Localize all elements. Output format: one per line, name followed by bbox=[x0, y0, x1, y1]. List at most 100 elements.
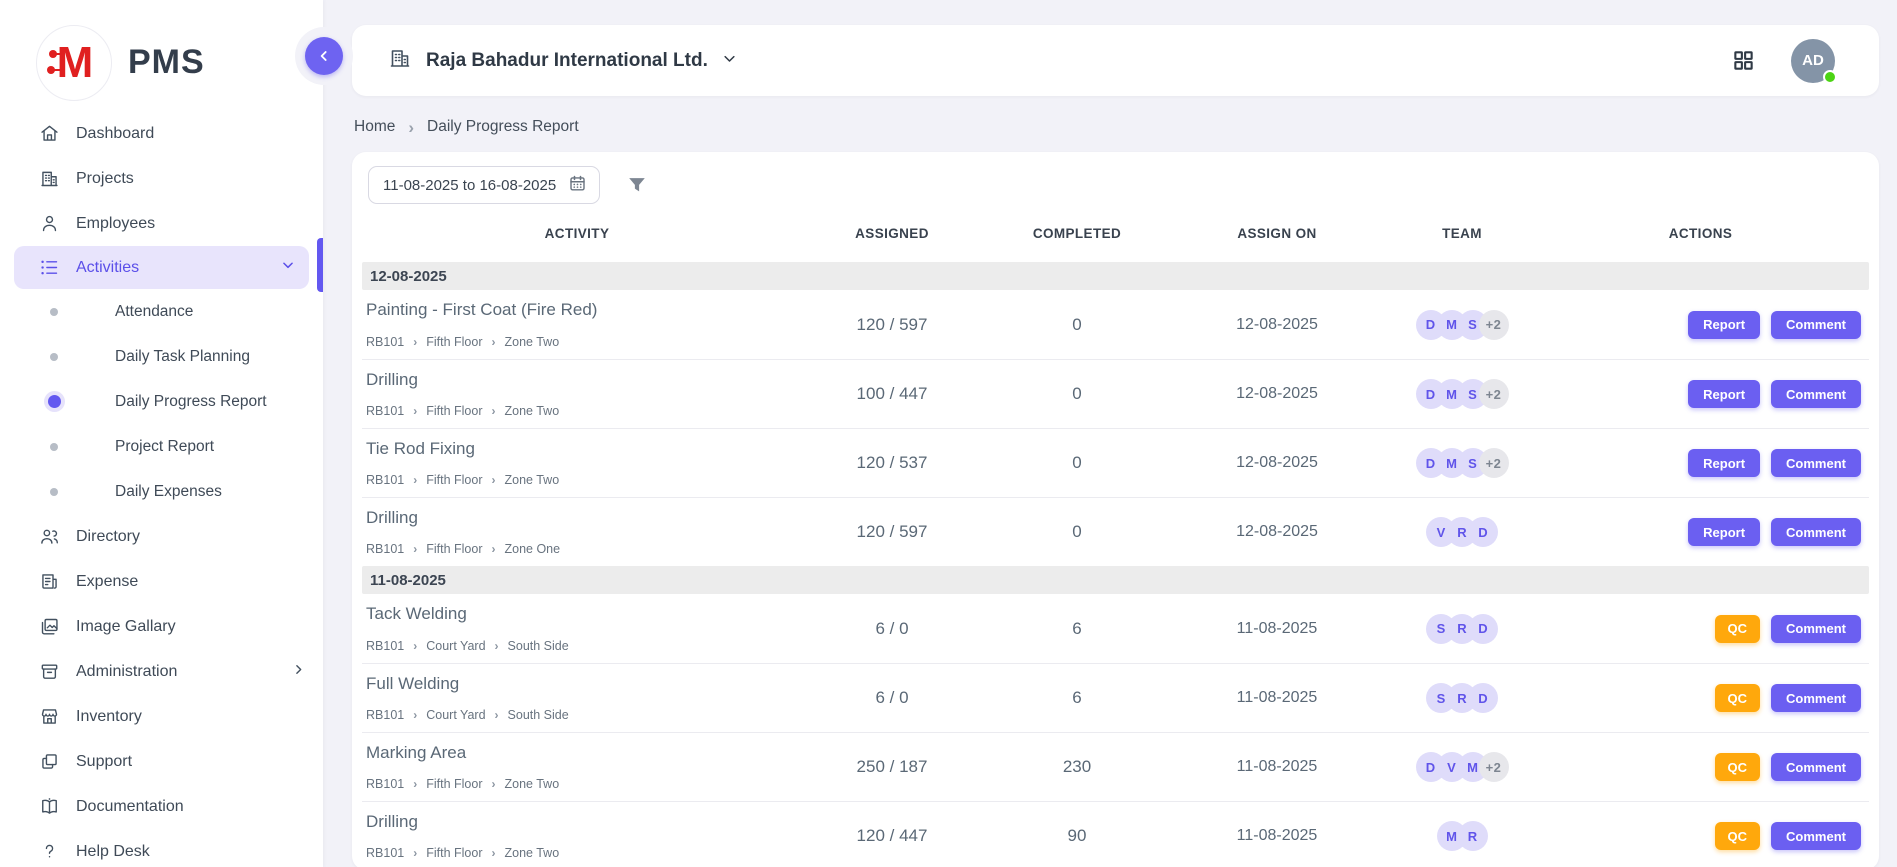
sidebar-item-label: Projects bbox=[76, 170, 134, 188]
main-area: Raja Bahadur International Ltd. AD Home … bbox=[323, 0, 1897, 867]
question-icon bbox=[38, 841, 60, 863]
actions-cell: Report Comment bbox=[1532, 380, 1869, 408]
qc-button[interactable]: QC bbox=[1715, 753, 1761, 781]
date-group-header: 11-08-2025 bbox=[362, 566, 1869, 594]
table-row: Drilling RB101 › Fifth Floor › Zone Two … bbox=[362, 359, 1869, 428]
activity-path: RB101 › Fifth Floor › Zone One bbox=[366, 542, 792, 556]
sidebar-item-documentation[interactable]: Documentation bbox=[0, 784, 323, 829]
sidebar-item-project-report[interactable]: Project Report bbox=[0, 424, 323, 469]
sidebar-item-label: Dashboard bbox=[76, 125, 154, 143]
comment-button[interactable]: Comment bbox=[1771, 615, 1861, 643]
sidebar-item-label: Image Gallary bbox=[76, 618, 176, 636]
sidebar-item-label: Help Desk bbox=[76, 843, 150, 861]
sidebar-item-expense[interactable]: Expense bbox=[0, 559, 323, 604]
team-avatars[interactable]: M R bbox=[1392, 821, 1532, 851]
sidebar-item-daily-expenses[interactable]: Daily Expenses bbox=[0, 469, 323, 514]
logo-connector bbox=[53, 69, 65, 71]
book-icon bbox=[38, 796, 60, 818]
column-header-team: TEAM bbox=[1392, 226, 1532, 241]
sidebar-item-support[interactable]: Support bbox=[0, 739, 323, 784]
completed-value: 0 bbox=[992, 522, 1162, 542]
path-segment: RB101 bbox=[366, 473, 404, 487]
qc-button[interactable]: QC bbox=[1715, 684, 1761, 712]
user-avatar[interactable]: AD bbox=[1791, 39, 1835, 83]
table-row: Drilling RB101 › Fifth Floor › Zone Two … bbox=[362, 801, 1869, 867]
sidebar-item-daily-task-planning[interactable]: Daily Task Planning bbox=[0, 334, 323, 379]
sidebar-item-inventory[interactable]: Inventory bbox=[0, 694, 323, 739]
bullet-icon-active bbox=[48, 395, 61, 408]
comment-button[interactable]: Comment bbox=[1771, 449, 1861, 477]
team-avatars[interactable]: D M S +2 bbox=[1392, 448, 1532, 478]
table-row: Painting - First Coat (Fire Red) RB101 ›… bbox=[362, 290, 1869, 359]
sidebar-item-attendance[interactable]: Attendance bbox=[0, 289, 323, 334]
sidebar-item-help-desk[interactable]: Help Desk bbox=[0, 829, 323, 867]
chevron-right-icon: › bbox=[408, 119, 414, 136]
column-header-actions: ACTIONS bbox=[1532, 226, 1869, 241]
comment-button[interactable]: Comment bbox=[1771, 822, 1861, 850]
team-avatar-overflow: +2 bbox=[1479, 448, 1509, 478]
sidebar-item-image-gallary[interactable]: Image Gallary bbox=[0, 604, 323, 649]
report-button[interactable]: Report bbox=[1688, 311, 1760, 339]
comment-button[interactable]: Comment bbox=[1771, 518, 1861, 546]
table-header: ACTIVITY ASSIGNED COMPLETED ASSIGN ON TE… bbox=[362, 204, 1869, 262]
actions-cell: QC Comment bbox=[1532, 684, 1869, 712]
activity-cell: Drilling RB101 › Fifth Floor › Zone One bbox=[362, 498, 792, 566]
filter-icon[interactable] bbox=[626, 174, 648, 196]
team-avatar: D bbox=[1468, 614, 1498, 644]
sidebar-item-administration[interactable]: Administration bbox=[0, 649, 323, 694]
sidebar-item-dashboard[interactable]: Dashboard bbox=[0, 111, 323, 156]
team-avatar-overflow: +2 bbox=[1479, 752, 1509, 782]
actions-cell: Report Comment bbox=[1532, 449, 1869, 477]
team-avatars[interactable]: S R D bbox=[1392, 683, 1532, 713]
table-row: Tie Rod Fixing RB101 › Fifth Floor › Zon… bbox=[362, 428, 1869, 497]
report-button[interactable]: Report bbox=[1688, 380, 1760, 408]
activity-title: Marking Area bbox=[366, 743, 792, 763]
comment-button[interactable]: Comment bbox=[1771, 380, 1861, 408]
breadcrumb-home[interactable]: Home bbox=[354, 118, 395, 136]
team-avatars[interactable]: D V M +2 bbox=[1392, 752, 1532, 782]
report-button[interactable]: Report bbox=[1688, 518, 1760, 546]
path-segment: Fifth Floor bbox=[426, 404, 482, 418]
report-button[interactable]: Report bbox=[1688, 449, 1760, 477]
comment-button[interactable]: Comment bbox=[1771, 753, 1861, 781]
apps-grid-button[interactable] bbox=[1732, 49, 1755, 72]
team-avatars[interactable]: S R D bbox=[1392, 614, 1532, 644]
chevron-right-icon: › bbox=[413, 777, 417, 791]
people-icon bbox=[38, 526, 60, 548]
sidebar-item-employees[interactable]: Employees bbox=[0, 201, 323, 246]
team-avatars[interactable]: D M S +2 bbox=[1392, 379, 1532, 409]
company-selector[interactable]: Raja Bahadur International Ltd. bbox=[388, 46, 737, 75]
actions-cell: Report Comment bbox=[1532, 518, 1869, 546]
path-segment: Zone Two bbox=[505, 335, 560, 349]
activity-cell: Tie Rod Fixing RB101 › Fifth Floor › Zon… bbox=[362, 429, 792, 497]
comment-button[interactable]: Comment bbox=[1771, 311, 1861, 339]
sidebar-item-label: Daily Progress Report bbox=[115, 393, 267, 411]
comment-button[interactable]: Comment bbox=[1771, 684, 1861, 712]
qc-button[interactable]: QC bbox=[1715, 615, 1761, 643]
team-avatars[interactable]: V R D bbox=[1392, 517, 1532, 547]
path-segment: Zone Two bbox=[505, 846, 560, 860]
activity-path: RB101 › Court Yard › South Side bbox=[366, 708, 792, 722]
completed-value: 6 bbox=[992, 688, 1162, 708]
actions-cell: QC Comment bbox=[1532, 753, 1869, 781]
sidebar-item-label: Administration bbox=[76, 663, 177, 681]
team-avatars[interactable]: D M S +2 bbox=[1392, 310, 1532, 340]
column-header-completed: COMPLETED bbox=[992, 226, 1162, 241]
person-icon bbox=[38, 213, 60, 235]
qc-button[interactable]: QC bbox=[1715, 822, 1761, 850]
filter-row: 11-08-2025 to 16-08-2025 bbox=[362, 166, 1869, 204]
chevron-right-icon: › bbox=[413, 846, 417, 860]
path-segment: South Side bbox=[508, 708, 569, 722]
chevron-right-icon: › bbox=[492, 542, 496, 556]
sidebar-item-daily-progress-report[interactable]: Daily Progress Report bbox=[0, 379, 323, 424]
sidebar-item-projects[interactable]: Projects bbox=[0, 156, 323, 201]
sidebar-item-label: Directory bbox=[76, 528, 140, 546]
sidebar-item-directory[interactable]: Directory bbox=[0, 514, 323, 559]
chevron-right-icon: › bbox=[495, 708, 499, 722]
sidebar-collapse-button[interactable] bbox=[305, 37, 343, 75]
assigned-value: 120 / 447 bbox=[792, 826, 992, 846]
sidebar-item-activities[interactable]: Activities bbox=[14, 246, 309, 289]
building-icon bbox=[38, 168, 60, 190]
date-range-input[interactable]: 11-08-2025 to 16-08-2025 bbox=[368, 166, 600, 204]
chevron-right-icon: › bbox=[413, 404, 417, 418]
